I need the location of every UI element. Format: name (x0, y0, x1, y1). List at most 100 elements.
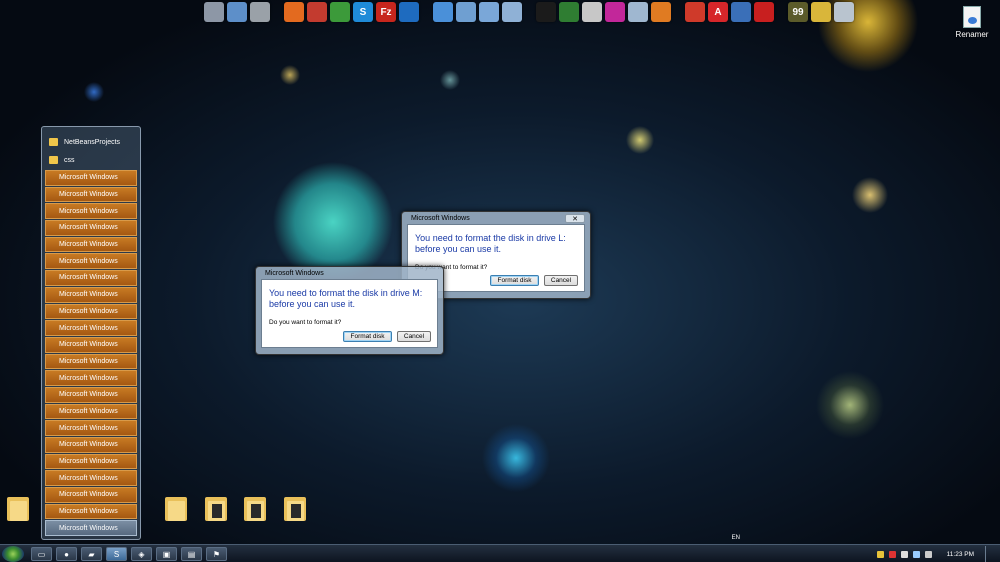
jump-list-folder-label: css (64, 156, 75, 164)
flash-icon[interactable] (754, 2, 774, 22)
jump-list-item[interactable]: Microsoft Windows (45, 270, 137, 286)
folder-network-icon[interactable] (502, 2, 522, 22)
plane-icon[interactable] (811, 2, 831, 22)
renamer-icon (963, 6, 981, 28)
jump-list-item[interactable]: Microsoft Windows (45, 320, 137, 336)
recycle-bin-icon[interactable] (834, 2, 854, 22)
jump-list-item[interactable]: Microsoft Windows (45, 420, 137, 436)
bars-icon[interactable] (582, 2, 602, 22)
jump-list-item[interactable]: Microsoft Windows (45, 386, 137, 403)
jump-list-folder[interactable]: css (45, 152, 137, 168)
box-icon[interactable] (628, 2, 648, 22)
filezilla-icon[interactable]: Fz (376, 2, 396, 22)
dialog-message: You need to format the disk in drive M: … (269, 288, 423, 309)
computer-icon[interactable] (204, 2, 224, 22)
jump-list-item[interactable]: Microsoft Windows (45, 370, 137, 386)
chrome-icon[interactable] (330, 2, 350, 22)
tray-avira-icon[interactable] (888, 550, 896, 558)
dialog-message: You need to format the disk in drive L: … (415, 233, 566, 254)
dialog-question: Do you want to format it? (269, 319, 342, 326)
tray-app-icon[interactable] (876, 550, 884, 558)
jump-list-item[interactable]: Microsoft Windows (45, 303, 137, 320)
virtualbox-icon[interactable] (731, 2, 751, 22)
firefox-icon[interactable] (284, 2, 304, 22)
taskbar: ▭ ● ▰ S ◈ ▣ ▤ ⚑ EN 11:23 PM (0, 535, 1000, 562)
jump-list-item[interactable]: Microsoft Windows (45, 186, 137, 203)
magenta-app-icon[interactable] (605, 2, 625, 22)
window-taskbar-icon[interactable]: ▤ (181, 547, 202, 561)
skype-icon[interactable]: S (353, 2, 373, 22)
start-button[interactable] (2, 546, 24, 562)
jump-list-item[interactable]: Microsoft Windows (45, 470, 137, 487)
format-disk-button[interactable]: Format disk (343, 331, 392, 342)
cancel-button[interactable]: Cancel (544, 275, 578, 286)
desktop-folder-icon[interactable] (165, 494, 187, 522)
jump-list-folder[interactable]: NetBeansProjects (45, 134, 137, 150)
jump-list-item[interactable]: Microsoft Windows (45, 403, 137, 420)
clock[interactable]: 11:23 PM (947, 551, 974, 558)
dialog-titlebar: Microsoft Windows ✕ (261, 267, 438, 279)
xampp-icon[interactable] (651, 2, 671, 22)
jump-list-item[interactable]: Microsoft Windows (45, 236, 137, 253)
desktop-folder-icon[interactable] (7, 494, 29, 522)
top-dock: S Fz A 99 (204, 2, 854, 24)
renamer-shortcut[interactable]: Renamer (952, 6, 992, 39)
dock-separator (674, 2, 682, 24)
dialog-title: Microsoft Windows (411, 214, 470, 222)
show-desktop-button[interactable] (985, 545, 994, 562)
terminal-icon[interactable] (536, 2, 556, 22)
folder-taskbar-icon[interactable]: ▰ (81, 547, 102, 561)
dropbox-icon[interactable] (433, 2, 453, 22)
dialog-body: You need to format the disk in drive M: … (261, 279, 438, 348)
monitor-green-icon[interactable] (559, 2, 579, 22)
dock-separator (273, 2, 281, 24)
jump-list-panel: NetBeansProjects css Microsoft Windows Mi… (41, 126, 141, 540)
flag-taskbar-icon[interactable]: ⚑ (206, 547, 227, 561)
dialog-titlebar: Microsoft Windows ✕ (407, 212, 585, 224)
dock-separator (777, 2, 785, 24)
badge-99-icon[interactable]: 99 (788, 2, 808, 22)
cancel-button[interactable]: Cancel (397, 331, 431, 342)
tools-icon[interactable] (250, 2, 270, 22)
jump-list-item[interactable]: Microsoft Windows (45, 220, 137, 236)
teamviewer-icon[interactable] (399, 2, 419, 22)
speedometer-icon[interactable] (307, 2, 327, 22)
tray-volume-icon[interactable] (924, 550, 932, 558)
dock-separator (422, 2, 430, 24)
jump-list-item[interactable]: Microsoft Windows (45, 353, 137, 370)
language-indicator[interactable]: EN (732, 535, 740, 541)
folder-icon (49, 156, 58, 164)
windows-explorer-icon[interactable]: ▭ (31, 547, 52, 561)
jump-list-item[interactable]: Microsoft Windows (45, 520, 137, 537)
folder-blue-icon[interactable] (456, 2, 476, 22)
monitor-taskbar-icon[interactable]: ▣ (156, 547, 177, 561)
close-button[interactable]: ✕ (565, 213, 585, 223)
jump-list-item[interactable]: Microsoft Windows (45, 203, 137, 220)
format-disk-button[interactable]: Format disk (490, 275, 539, 286)
dialog-title: Microsoft Windows (265, 269, 324, 277)
desktop-folder-icon[interactable] (284, 494, 306, 522)
jump-list-item[interactable]: Microsoft Windows (45, 437, 137, 453)
jump-list-item[interactable]: Microsoft Windows (45, 336, 137, 353)
tray-flag-icon[interactable] (900, 550, 908, 558)
jump-list-folder-label: NetBeansProjects (64, 138, 121, 146)
format-dialog-drive-m: Microsoft Windows ✕ You need to format t… (255, 266, 444, 355)
jump-list-item[interactable]: Microsoft Windows (45, 170, 137, 186)
jump-list-item[interactable]: Microsoft Windows (45, 453, 137, 470)
jump-list-item[interactable]: Microsoft Windows (45, 253, 137, 270)
desktop-folder-icon[interactable] (244, 494, 266, 522)
firefox-taskbar-icon[interactable]: ● (56, 547, 77, 561)
folder-open-icon[interactable] (479, 2, 499, 22)
system-tray: EN 11:23 PM (732, 535, 994, 562)
renamer-label: Renamer (955, 30, 989, 39)
tray-network-icon[interactable] (912, 550, 920, 558)
ccleaner-icon[interactable] (685, 2, 705, 22)
avira-icon[interactable]: A (708, 2, 728, 22)
app-taskbar-icon[interactable]: ◈ (131, 547, 152, 561)
jump-list-item[interactable]: Microsoft Windows (45, 503, 137, 520)
desktop-folder-icon[interactable] (205, 494, 227, 522)
network-globe-icon[interactable] (227, 2, 247, 22)
jump-list-item[interactable]: Microsoft Windows (45, 487, 137, 503)
skype-taskbar-icon[interactable]: S (106, 547, 127, 561)
jump-list-item[interactable]: Microsoft Windows (45, 286, 137, 303)
